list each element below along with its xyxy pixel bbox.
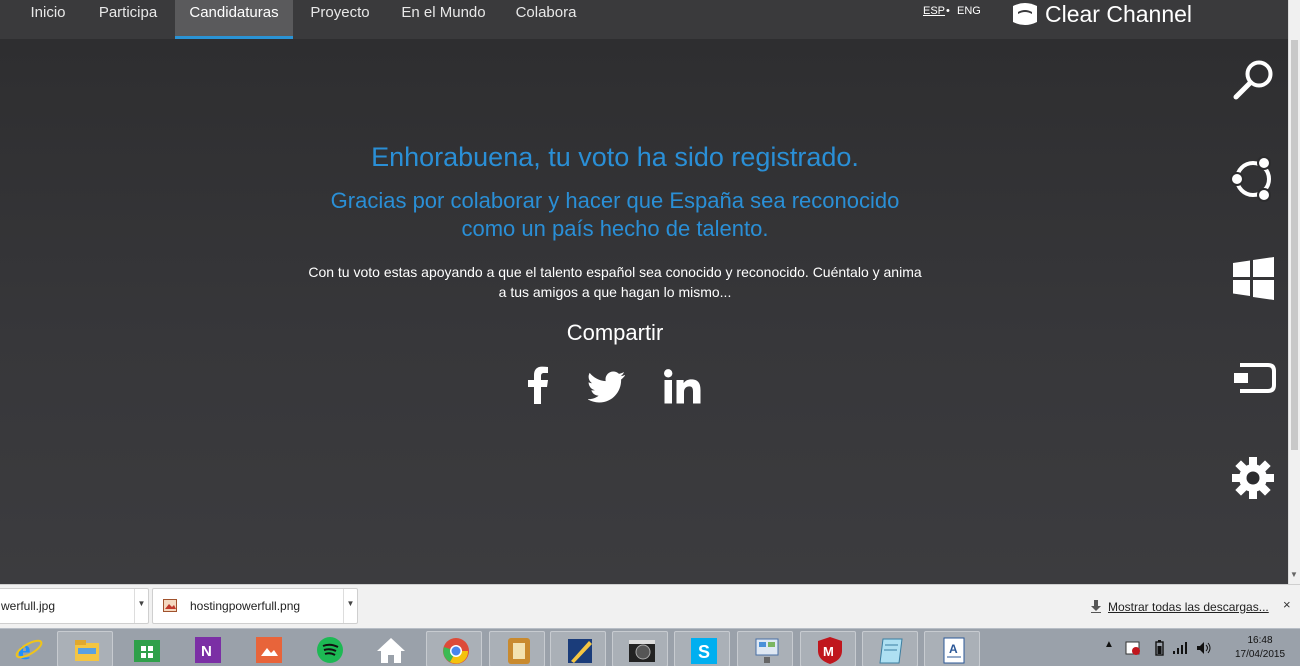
download-arrow-icon <box>1091 600 1101 613</box>
battery-icon[interactable] <box>1153 640 1165 656</box>
search-icon[interactable] <box>1228 56 1278 104</box>
onenote-icon: N <box>195 637 221 663</box>
taskbar-home[interactable] <box>362 631 418 666</box>
body-line-1: Con tu voto estas apoyando a que el tale… <box>308 264 922 280</box>
system-clock[interactable]: 16:48 17/04/2015 <box>1228 634 1292 662</box>
network-icon <box>755 638 779 663</box>
nav-colabora[interactable]: Colabora <box>506 0 586 39</box>
tray-security-icon[interactable] <box>1125 640 1141 656</box>
wifi-signal-icon[interactable] <box>1172 641 1188 655</box>
taskbar-wordpad[interactable]: A <box>924 631 980 666</box>
store-icon <box>134 640 160 662</box>
nav-participa[interactable]: Participa <box>86 0 170 39</box>
start-icon[interactable] <box>1228 255 1278 303</box>
confirmation-subhead: Gracias por colaborar y hacer que España… <box>0 187 1230 243</box>
confirmation-body: Con tu voto estas apoyando a que el tale… <box>0 262 1230 302</box>
taskbar-explorer[interactable] <box>57 631 113 666</box>
home-icon <box>377 638 405 663</box>
scroll-down-arrow-icon[interactable]: ▼ <box>1290 570 1298 579</box>
svg-text:N: N <box>201 643 212 660</box>
top-nav: Inicio Participa Candidaturas Proyecto E… <box>0 0 1288 39</box>
notes-icon <box>508 638 530 664</box>
taskbar-onenote[interactable]: N <box>179 631 235 666</box>
download-filename: hostingpowerfull.png <box>190 599 301 613</box>
spotify-icon <box>317 637 343 663</box>
taskbar-spotify[interactable] <box>301 631 357 666</box>
show-all-downloads-link[interactable]: Mostrar todas las descargas... <box>1108 600 1269 614</box>
nav-inicio[interactable]: Inicio <box>14 0 82 39</box>
image-file-icon <box>163 599 177 612</box>
download-menu-arrow-icon[interactable]: ▼ <box>134 589 148 623</box>
subhead-line-1: Gracias por colaborar y hacer que España… <box>330 188 900 213</box>
subhead-line-2: como un país hecho de talento. <box>461 216 769 241</box>
facebook-icon[interactable] <box>526 366 550 404</box>
editor-icon <box>568 639 592 663</box>
taskbar-network[interactable] <box>737 631 793 666</box>
linkedin-icon[interactable] <box>664 369 701 404</box>
notepad-icon <box>879 638 903 664</box>
ie-icon: e <box>15 635 43 664</box>
wordpad-icon: A <box>943 637 965 664</box>
taskbar-video[interactable] <box>612 631 668 666</box>
clear-channel-logo[interactable]: Clear Channel <box>1010 0 1192 28</box>
confirmation-headline: Enhorabuena, tu voto ha sido registrado. <box>371 142 859 172</box>
devices-icon[interactable] <box>1228 355 1278 403</box>
share-icon[interactable] <box>1228 154 1278 202</box>
taskbar-notepad[interactable] <box>862 631 918 666</box>
download-filename: werfull.jpg <box>1 599 56 613</box>
download-menu-arrow-icon[interactable]: ▼ <box>343 589 357 623</box>
download-item-2[interactable]: hostingpowerfull.png ▼ <box>152 588 358 624</box>
share-label: Compartir <box>566 320 664 345</box>
skype-icon: S <box>691 638 717 664</box>
svg-text:A: A <box>949 642 958 656</box>
nav-candidaturas[interactable]: Candidaturas <box>175 0 293 39</box>
nav-en-el-mundo[interactable]: En el Mundo <box>392 0 495 39</box>
lang-esp[interactable]: ESP <box>923 5 945 17</box>
clock-time: 16:48 <box>1247 635 1273 646</box>
taskbar-ie[interactable]: e <box>0 631 56 666</box>
clock-date: 17/04/2015 <box>1234 649 1286 660</box>
body-line-2: a tus amigos a que hagan lo mismo... <box>498 284 732 300</box>
brand-name: Clear Channel <box>1045 0 1193 27</box>
taskbar: e N S M A ▲ 16:48 17/04/2015 <box>0 628 1300 666</box>
taskbar-skype[interactable]: S <box>674 631 730 666</box>
downloads-bar: werfull.jpg ▼ hostingpowerfull.png ▼ Mos… <box>0 584 1300 628</box>
download-item-1[interactable]: werfull.jpg ▼ <box>0 588 149 624</box>
video-icon <box>629 640 655 662</box>
taskbar-chrome[interactable] <box>426 631 482 666</box>
volume-icon[interactable] <box>1196 641 1212 655</box>
taskbar-notes[interactable] <box>489 631 545 666</box>
twitter-icon[interactable] <box>588 371 626 403</box>
taskbar-photos[interactable] <box>240 631 296 666</box>
svg-text:M: M <box>823 644 834 659</box>
svg-text:S: S <box>698 642 710 662</box>
mcafee-icon: M <box>818 637 842 664</box>
scrollbar-thumb[interactable] <box>1291 40 1298 450</box>
lang-eng[interactable]: ENG <box>957 5 981 17</box>
taskbar-store[interactable] <box>118 631 174 666</box>
close-downloads-icon[interactable]: × <box>1283 597 1291 612</box>
explorer-icon <box>75 640 99 661</box>
taskbar-mcafee[interactable]: M <box>800 631 856 666</box>
settings-icon[interactable] <box>1228 454 1278 502</box>
tray-overflow-icon[interactable]: ▲ <box>1104 639 1114 650</box>
photos-icon <box>256 637 282 663</box>
main-content: Enhorabuena, tu voto ha sido registrado.… <box>0 39 1288 584</box>
clear-channel-logo-mark <box>1013 3 1037 25</box>
lang-separator: • <box>946 5 950 17</box>
nav-proyecto[interactable]: Proyecto <box>298 0 382 39</box>
taskbar-editor[interactable] <box>550 631 606 666</box>
chrome-icon <box>443 638 469 664</box>
